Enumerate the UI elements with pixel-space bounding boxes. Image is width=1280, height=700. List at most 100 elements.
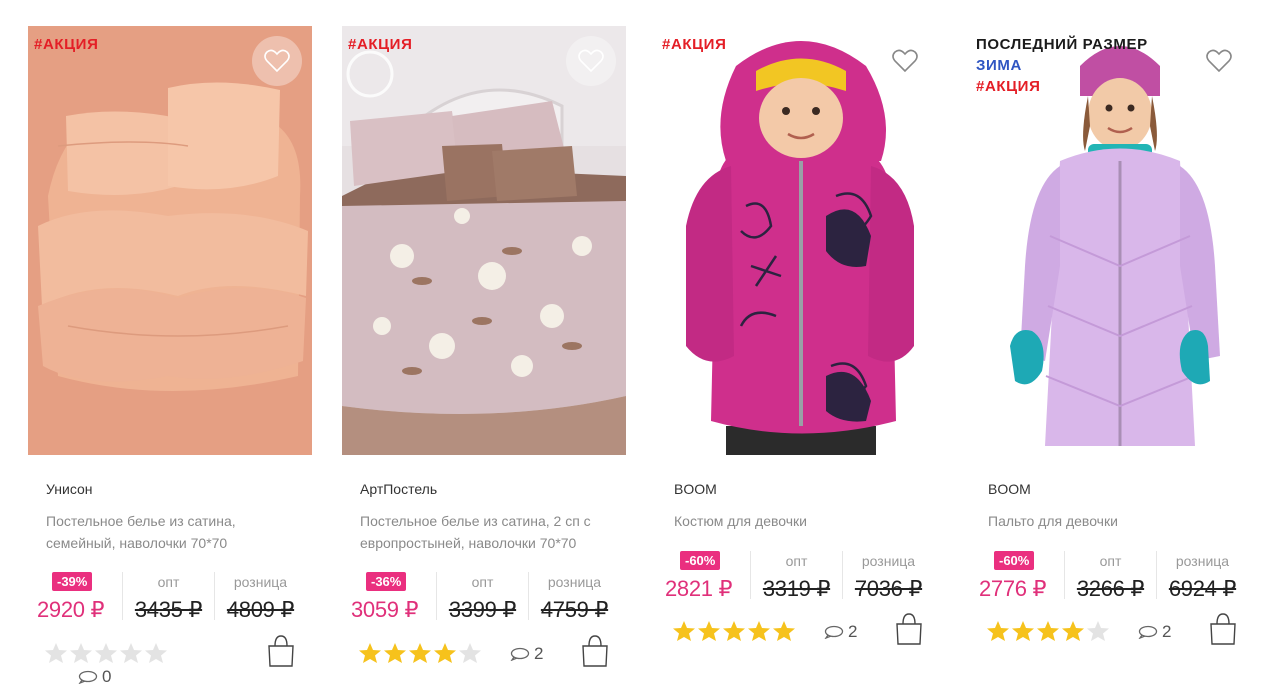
winter-tag: ЗИМА (976, 57, 1022, 74)
discount-badge: -60% (994, 551, 1035, 570)
rating-stars[interactable] (358, 642, 482, 664)
product-description[interactable]: Постельное белье из сатина, 2 сп с европ… (360, 510, 600, 554)
heart-icon (1206, 49, 1232, 73)
product-tags: #АКЦИЯ (34, 35, 98, 54)
comments-count-value: 0 (102, 667, 112, 686)
star-icon[interactable] (697, 620, 721, 642)
bedding-photo (28, 26, 312, 455)
product-image[interactable]: #АКЦИЯ (342, 26, 626, 455)
product-brand[interactable]: BOOM (674, 481, 717, 497)
discount-badge: -60% (680, 551, 721, 570)
product-description[interactable]: Постельное белье из сатина, семейный, на… (46, 510, 286, 554)
sale-price-column: -39% 2920 ₽ (36, 572, 122, 622)
shopping-bag-icon[interactable] (266, 634, 296, 668)
star-icon[interactable] (144, 642, 168, 664)
price-block: -60% 2776 ₽ опт 3266 ₽ розница 6924 ₽ (978, 551, 1248, 601)
comments-count-value: 2 (1162, 622, 1172, 641)
comment-icon (824, 625, 844, 639)
star-icon[interactable] (69, 642, 93, 664)
product-brand[interactable]: BOOM (988, 481, 1031, 497)
star-icon[interactable] (358, 642, 382, 664)
star-icon[interactable] (672, 620, 696, 642)
product-card[interactable]: #АКЦИЯ Унисон Постельное белье из сатина… (28, 26, 312, 696)
product-brand[interactable]: Унисон (46, 481, 93, 497)
wholesale-price: 3266 ₽ (1076, 576, 1145, 601)
retail-price: 6924 ₽ (1168, 576, 1237, 601)
retail-price-column: розница 4809 ₽ (214, 572, 306, 622)
wholesale-price: 3435 ₽ (134, 597, 203, 622)
star-icon[interactable] (1011, 620, 1035, 642)
price-block: -36% 3059 ₽ опт 3399 ₽ розница 4759 ₽ (350, 572, 620, 622)
star-icon[interactable] (408, 642, 432, 664)
last-size-tag: ПОСЛЕДНИЙ РАЗМЕР (976, 36, 1148, 53)
product-brand[interactable]: АртПостель (360, 481, 437, 497)
favorite-button[interactable] (1194, 36, 1244, 86)
comments-count[interactable]: 0 (78, 667, 111, 687)
comments-count[interactable]: 2 (824, 622, 857, 642)
star-icon[interactable] (119, 642, 143, 664)
star-icon[interactable] (747, 620, 771, 642)
comments-count[interactable]: 2 (510, 644, 543, 664)
sale-price: 2821 ₽ (665, 576, 733, 601)
star-icon[interactable] (433, 642, 457, 664)
rating-stars[interactable] (672, 620, 796, 642)
comments-count[interactable]: 2 (1138, 622, 1171, 642)
favorite-button[interactable] (880, 36, 930, 86)
shopping-bag-icon[interactable] (580, 634, 610, 668)
wholesale-label: опт (471, 574, 494, 590)
shopping-bag-icon[interactable] (1208, 612, 1238, 646)
star-icon[interactable] (722, 620, 746, 642)
star-icon[interactable] (1036, 620, 1060, 642)
retail-label: розница (861, 553, 916, 569)
sale-price: 3059 ₽ (351, 597, 419, 622)
product-tags: ПОСЛЕДНИЙ РАЗМЕР ЗИМА #АКЦИЯ (976, 35, 1148, 96)
price-block: -39% 2920 ₽ опт 3435 ₽ розница 4809 ₽ (36, 572, 306, 622)
star-icon[interactable] (383, 642, 407, 664)
shopping-bag-icon[interactable] (894, 612, 924, 646)
product-card[interactable]: ПОСЛЕДНИЙ РАЗМЕР ЗИМА #АКЦИЯ BOOM Пальто… (970, 26, 1254, 696)
comments-count-value: 2 (534, 644, 544, 663)
star-icon[interactable] (1086, 620, 1110, 642)
sale-tag: #АКЦИЯ (34, 36, 99, 53)
bedding-photo (342, 26, 626, 455)
product-card[interactable]: #АКЦИЯ АртПостель Постельное белье из са… (342, 26, 626, 696)
jacket-photo (656, 26, 940, 455)
wholesale-price-column: опт 3399 ₽ (436, 572, 528, 622)
favorite-button[interactable] (566, 36, 616, 86)
sale-tag: #АКЦИЯ (348, 36, 413, 53)
wholesale-label: опт (157, 574, 180, 590)
retail-price: 7036 ₽ (854, 576, 923, 601)
rating-stars[interactable] (986, 620, 1110, 642)
favorite-button[interactable] (252, 36, 302, 86)
discount-badge: -39% (52, 572, 93, 591)
retail-price-column: розница 6924 ₽ (1156, 551, 1248, 601)
rating-stars[interactable] (44, 642, 168, 664)
sale-price: 2776 ₽ (979, 576, 1047, 601)
product-description[interactable]: Костюм для девочки (674, 510, 914, 532)
star-icon[interactable] (772, 620, 796, 642)
comment-icon (510, 647, 530, 661)
sale-price-column: -60% 2821 ₽ (664, 551, 750, 601)
retail-price: 4759 ₽ (540, 597, 609, 622)
product-description[interactable]: Пальто для девочки (988, 510, 1228, 532)
retail-label: розница (547, 574, 602, 590)
star-icon[interactable] (44, 642, 68, 664)
star-icon[interactable] (1061, 620, 1085, 642)
product-image[interactable]: ПОСЛЕДНИЙ РАЗМЕР ЗИМА #АКЦИЯ (970, 26, 1254, 455)
comments-count-value: 2 (848, 622, 858, 641)
star-icon[interactable] (94, 642, 118, 664)
wholesale-label: опт (1099, 553, 1122, 569)
product-image[interactable]: #АКЦИЯ (28, 26, 312, 455)
heart-icon (264, 49, 290, 73)
retail-label: розница (233, 574, 288, 590)
product-image[interactable]: #АКЦИЯ (656, 26, 940, 455)
wholesale-price-column: опт 3319 ₽ (750, 551, 842, 601)
product-tags: #АКЦИЯ (662, 35, 726, 54)
star-icon[interactable] (458, 642, 482, 664)
star-icon[interactable] (986, 620, 1010, 642)
wholesale-price: 3319 ₽ (762, 576, 831, 601)
retail-label: розница (1175, 553, 1230, 569)
product-card[interactable]: #АКЦИЯ BOOM Костюм для девочки -60% 2821… (656, 26, 940, 696)
sale-price-column: -60% 2776 ₽ (978, 551, 1064, 601)
comment-icon (1138, 625, 1158, 639)
